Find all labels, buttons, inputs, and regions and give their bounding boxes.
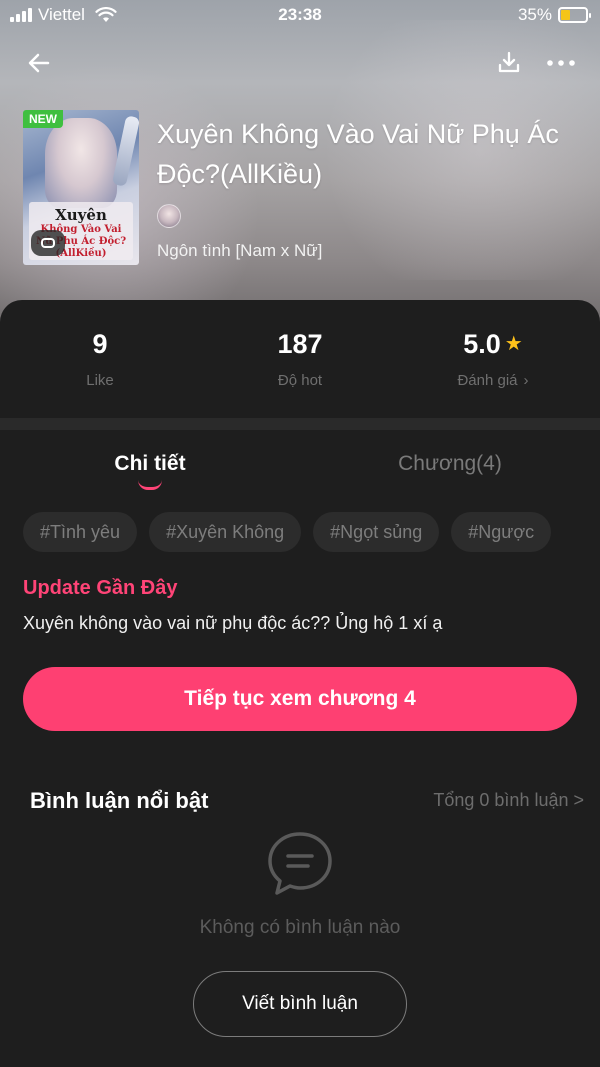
write-comment-button[interactable]: Viết bình luận	[193, 971, 407, 1037]
tab-chapters[interactable]: Chương(4)	[300, 452, 600, 476]
tab-bar: Chi tiết Chương(4)	[0, 430, 600, 504]
download-icon	[498, 51, 520, 73]
rating-label: Đánh giá	[457, 372, 518, 389]
rating-value: 5.0	[463, 329, 501, 359]
active-tab-indicator	[138, 480, 162, 490]
rating-value-row: 5.0 ★	[393, 328, 593, 360]
update-text: Xuyên không vào vai nữ phụ độc ác?? Ủng …	[23, 613, 443, 633]
section-divider	[0, 418, 600, 430]
top-nav	[0, 40, 600, 84]
rating-label-row: Đánh giá ›	[393, 372, 593, 389]
star-icon: ★	[504, 333, 523, 355]
likes-label: Like	[86, 372, 114, 389]
book-title: Xuyên Không Vào Vai Nữ Phụ Ác Độc?(AllKi…	[157, 119, 559, 189]
book-genre: Ngôn tình [Nam x Nữ]	[157, 241, 323, 260]
comments-total-link[interactable]: Tổng 0 bình luận >	[433, 790, 584, 811]
cover-title-text: Xuyên	[55, 206, 107, 224]
stats-row: 9 Like 187 Độ hot 5.0 ★ Đánh giá ›	[0, 300, 600, 418]
tab-details[interactable]: Chi tiết	[0, 452, 300, 476]
new-badge: NEW	[23, 110, 63, 128]
download-button[interactable]	[492, 46, 526, 80]
tag-chip[interactable]: #Ngược	[451, 512, 552, 552]
stat-hot: 187 Độ hot	[200, 328, 400, 389]
more-options-button[interactable]	[544, 46, 578, 80]
status-bar: Viettel 23:38 35%	[0, 0, 600, 32]
chevron-right-icon: ›	[523, 372, 529, 389]
back-button[interactable]	[22, 46, 56, 80]
cover-illustration	[45, 118, 117, 208]
tag-chip[interactable]: #Ngọt sủng	[313, 512, 440, 552]
tag-chip[interactable]: #Tình yêu	[23, 512, 138, 552]
tag-list: #Tình yêu #Xuyên Không #Ngọt sủng #Ngược	[23, 512, 552, 552]
hot-label: Độ hot	[277, 372, 323, 389]
chat-bubble-icon	[31, 230, 65, 256]
clock: 23:38	[278, 5, 322, 24]
stat-likes[interactable]: 9 Like	[0, 328, 200, 389]
more-horizontal-icon	[547, 60, 575, 66]
battery-percent: 35%	[517, 5, 552, 24]
likes-value: 9	[92, 329, 108, 359]
continue-reading-button[interactable]: Tiếp tục xem chương 4	[23, 667, 577, 731]
empty-comment-icon	[268, 832, 332, 895]
book-cover[interactable]: NEW Xuyên Không Vào Vai Nữ Phụ Ác Độc?(A…	[23, 110, 139, 265]
empty-comments-text: Không có bình luận nào	[199, 917, 401, 938]
stat-rating[interactable]: 5.0 ★ Đánh giá ›	[393, 328, 593, 389]
content-panel: 9 Like 187 Độ hot 5.0 ★ Đánh giá › Chi tiế…	[0, 300, 600, 1067]
arrow-left-icon	[28, 53, 50, 73]
author-avatar[interactable]	[157, 204, 181, 228]
battery-icon	[558, 7, 591, 23]
tag-chip[interactable]: #Xuyên Không	[149, 512, 302, 552]
update-title: Update Gần Đây	[23, 577, 178, 599]
hot-value: 187	[277, 329, 323, 359]
status-right: 35%	[517, 5, 591, 25]
comments-title: Bình luận nổi bật	[30, 788, 209, 813]
